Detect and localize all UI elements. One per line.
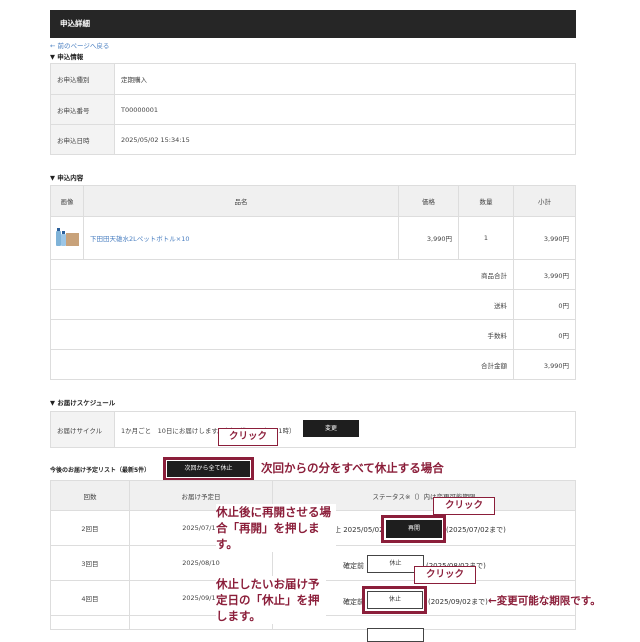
info-value: T00000001 — [114, 94, 576, 125]
click-callout: クリック — [414, 566, 476, 584]
status-text: 確定前 — [343, 598, 364, 606]
total-label: 合計金額 — [50, 349, 514, 380]
info-row: お申込番号 T00000001 — [50, 94, 576, 125]
info-row: お申込日時 2025/05/02 15:34:15 — [50, 124, 576, 155]
col-name: 品名 — [83, 185, 399, 217]
total-label: 手数料 — [50, 319, 514, 350]
info-row: お申込種別 定期購入 — [50, 63, 576, 95]
item-qty: 1 — [458, 216, 514, 260]
col-count: 回数 — [50, 480, 130, 511]
total-row: 送料 0円 — [50, 289, 576, 320]
suspend-all-note: 次回からの分をすべて休止する場合 — [261, 461, 444, 475]
upcoming-list-title: 今後のお届け予定リスト（最新5件） — [50, 467, 151, 474]
col-image: 画像 — [50, 185, 84, 217]
total-label: 送料 — [50, 289, 514, 320]
item-subtotal: 3,990円 — [513, 216, 576, 260]
col-subtotal: 小計 — [513, 185, 576, 217]
section-title-delivery-schedule: ▼ お届けスケジュール — [50, 399, 116, 407]
total-row: 手数料 0円 — [50, 319, 576, 350]
total-row: 商品合計 3,990円 — [50, 259, 576, 290]
total-row: 合計金額 3,990円 — [50, 349, 576, 380]
total-value: 3,990円 — [513, 349, 576, 380]
cycle-label: お届けサイクル — [50, 411, 115, 448]
click-callout: クリック — [433, 497, 495, 515]
deadline-text: (2025/07/02まで) — [446, 526, 506, 534]
suspend-note: 休止したいお届け予定日の「休止」を押します。 — [216, 576, 326, 624]
col-qty: 数量 — [458, 185, 514, 217]
back-link[interactable]: ← 前のページへ戻る — [50, 40, 109, 50]
info-label: お申込番号 — [50, 94, 115, 125]
schedule-count: 2回目 — [50, 510, 130, 546]
deadline-text: (2025/09/02まで) — [428, 598, 488, 606]
page-header: 申込詳細 — [50, 10, 576, 38]
suspend-all-button[interactable]: 次回から全て休止 — [167, 461, 250, 477]
change-cycle-button[interactable]: 変更 — [303, 420, 359, 437]
order-table: 画像 品名 価格 数量 小計 下田田天雄水2Lペットボトル×10 3,990円 … — [50, 185, 576, 380]
resume-button[interactable]: 再開 — [386, 520, 442, 538]
total-label: 商品合計 — [50, 259, 514, 290]
total-value: 0円 — [513, 319, 576, 350]
info-label: お申込日時 — [50, 124, 115, 155]
resume-note: 休止後に再開させる場合「再開」を押します。 — [216, 504, 336, 552]
deadline-note: ←変更可能な期限です。 — [488, 595, 601, 607]
total-value: 0円 — [513, 289, 576, 320]
click-callout: クリック — [218, 428, 278, 446]
schedule-count: 3回目 — [50, 545, 130, 581]
section-title-order-contents: ▼ 申込内容 — [50, 174, 84, 182]
col-price: 価格 — [398, 185, 459, 217]
suspend-button[interactable]: 休止 — [367, 591, 423, 609]
section-title-application-info: ▼ 申込情報 — [50, 53, 84, 61]
schedule-count: 4回目 — [50, 580, 130, 616]
info-value: 定期購入 — [114, 63, 576, 95]
order-item-row: 下田田天雄水2Lペットボトル×10 3,990円 1 3,990円 — [50, 216, 576, 260]
order-header-row: 画像 品名 価格 数量 小計 — [50, 185, 576, 217]
info-value: 2025/05/02 15:34:15 — [114, 124, 576, 155]
product-image — [50, 216, 84, 260]
total-value: 3,990円 — [513, 259, 576, 290]
status-text: 確定前 — [343, 562, 364, 570]
info-label: お申込種別 — [50, 63, 115, 95]
product-image-icon — [56, 228, 79, 246]
item-price: 3,990円 — [398, 216, 459, 260]
product-name-link[interactable]: 下田田天雄水2Lペットボトル×10 — [83, 216, 399, 260]
application-info-table: お申込種別 定期購入 お申込番号 T00000001 お申込日時 2025/05… — [50, 63, 576, 155]
